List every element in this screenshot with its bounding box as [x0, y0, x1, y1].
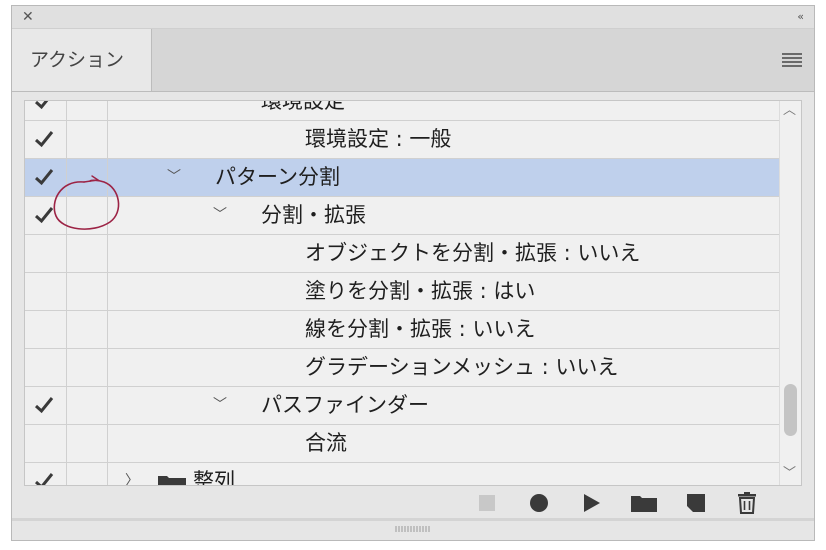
checkmark-icon[interactable] — [34, 100, 54, 111]
toggle-item-cell[interactable] — [25, 387, 67, 424]
toggle-item-cell[interactable] — [25, 159, 67, 196]
toggle-item-cell[interactable] — [25, 349, 67, 386]
action-row[interactable]: 〉 整列 — [25, 463, 779, 486]
panel-menu-icon[interactable] — [782, 53, 802, 67]
toggle-item-cell[interactable] — [25, 121, 67, 158]
action-row[interactable]: ﹀ パスファインダー — [25, 387, 779, 425]
delete-icon[interactable] — [735, 491, 759, 515]
actions-rows: ﹀ 環境設定環境設定 : 一般 ﹀ パターン分割 ﹀ 分割・拡張オブジェクトを分割・拡張 … — [25, 100, 779, 486]
vertical-scrollbar[interactable]: ︿ ﹀ — [779, 101, 801, 485]
play-icon[interactable] — [579, 491, 603, 515]
record-icon[interactable] — [527, 491, 551, 515]
chevron-down-icon[interactable]: ﹀ — [213, 197, 229, 234]
toggle-dialog-cell[interactable] — [67, 311, 108, 348]
action-label: 環境設定 — [261, 100, 345, 113]
toggle-dialog-cell[interactable] — [67, 101, 108, 120]
scroll-thumb[interactable] — [784, 384, 797, 436]
action-label: パスファインダー — [261, 393, 429, 417]
toggle-dialog-cell[interactable] — [67, 159, 108, 196]
stop-icon[interactable] — [475, 491, 499, 515]
toggle-dialog-cell[interactable] — [67, 235, 108, 272]
toggle-item-cell[interactable] — [25, 463, 67, 486]
toggle-item-cell[interactable] — [25, 311, 67, 348]
scroll-up-icon[interactable]: ︿ — [783, 104, 796, 118]
action-label: 合流 — [305, 431, 347, 455]
folder-icon — [158, 476, 186, 485]
chevron-down-icon[interactable]: ﹀ — [213, 387, 229, 424]
chevron-down-icon[interactable]: ﹀ — [213, 101, 229, 120]
action-label: 塗りを分割・拡張 : はい — [305, 279, 536, 303]
toggle-item-cell[interactable] — [25, 100, 67, 120]
collapse-panel-icon[interactable]: ‹‹ — [797, 10, 804, 24]
action-row[interactable]: 合流 — [25, 425, 779, 463]
action-label: パターン分割 — [215, 165, 340, 189]
action-label: 環境設定 : 一般 — [305, 127, 452, 151]
action-row[interactable]: ﹀ パターン分割 — [25, 159, 779, 197]
action-row[interactable]: 塗りを分割・拡張 : はい — [25, 273, 779, 311]
actions-panel: ✕ ‹‹ アクション ﹀ 環境設定環境設定 : 一般 ﹀ パターン分割 ﹀ 分割・拡張オブ… — [11, 5, 815, 541]
checkmark-icon[interactable] — [34, 471, 54, 486]
chevron-down-icon[interactable]: ﹀ — [167, 159, 183, 196]
toggle-item-cell[interactable] — [25, 273, 67, 310]
action-row[interactable]: オブジェクトを分割・拡張 : いいえ — [25, 235, 779, 273]
toggle-dialog-cell[interactable] — [67, 273, 108, 310]
chevron-right-icon[interactable]: 〉 — [125, 463, 141, 485]
toggle-dialog-cell[interactable] — [67, 425, 108, 462]
toggle-dialog-cell[interactable] — [67, 197, 108, 234]
action-row[interactable]: ﹀ 環境設定 — [25, 100, 779, 121]
action-label: グラデーションメッシュ : いいえ — [305, 355, 619, 379]
panel-titlebar: ✕ ‹‹ — [12, 6, 814, 29]
toggle-dialog-cell[interactable] — [67, 463, 108, 485]
scroll-down-icon[interactable]: ﹀ — [783, 467, 796, 481]
action-row[interactable]: グラデーションメッシュ : いいえ — [25, 349, 779, 387]
panel-bottom-edge — [12, 518, 814, 521]
new-action-icon[interactable] — [684, 491, 708, 515]
checkmark-icon[interactable] — [34, 395, 54, 415]
actions-list: ﹀ 環境設定環境設定 : 一般 ﹀ パターン分割 ﹀ 分割・拡張オブジェクトを分割・拡張 … — [24, 100, 802, 486]
checkmark-icon[interactable] — [34, 205, 54, 225]
toggle-dialog-cell[interactable] — [67, 121, 108, 158]
action-row[interactable]: 環境設定 : 一般 — [25, 121, 779, 159]
toggle-dialog-cell[interactable] — [67, 387, 108, 424]
action-row[interactable]: 線を分割・拡張 : いいえ — [25, 311, 779, 349]
action-label: オブジェクトを分割・拡張 : いいえ — [305, 241, 641, 265]
checkmark-icon[interactable] — [34, 167, 54, 187]
new-set-folder-icon[interactable] — [629, 491, 659, 515]
checkmark-icon[interactable] — [34, 129, 54, 149]
toggle-item-cell[interactable] — [25, 197, 67, 234]
action-label: 整列 — [193, 469, 235, 486]
close-icon[interactable]: ✕ — [22, 9, 34, 25]
toggle-dialog-cell[interactable] — [67, 349, 108, 386]
tab-actions[interactable]: アクション — [12, 29, 152, 91]
action-row[interactable]: ﹀ 分割・拡張 — [25, 197, 779, 235]
action-label: 線を分割・拡張 : いいえ — [305, 317, 536, 341]
resize-grip[interactable] — [394, 525, 432, 533]
panel-tabbar: アクション — [12, 29, 814, 92]
toggle-item-cell[interactable] — [25, 425, 67, 462]
toggle-item-cell[interactable] — [25, 235, 67, 272]
action-label: 分割・拡張 — [261, 203, 366, 227]
